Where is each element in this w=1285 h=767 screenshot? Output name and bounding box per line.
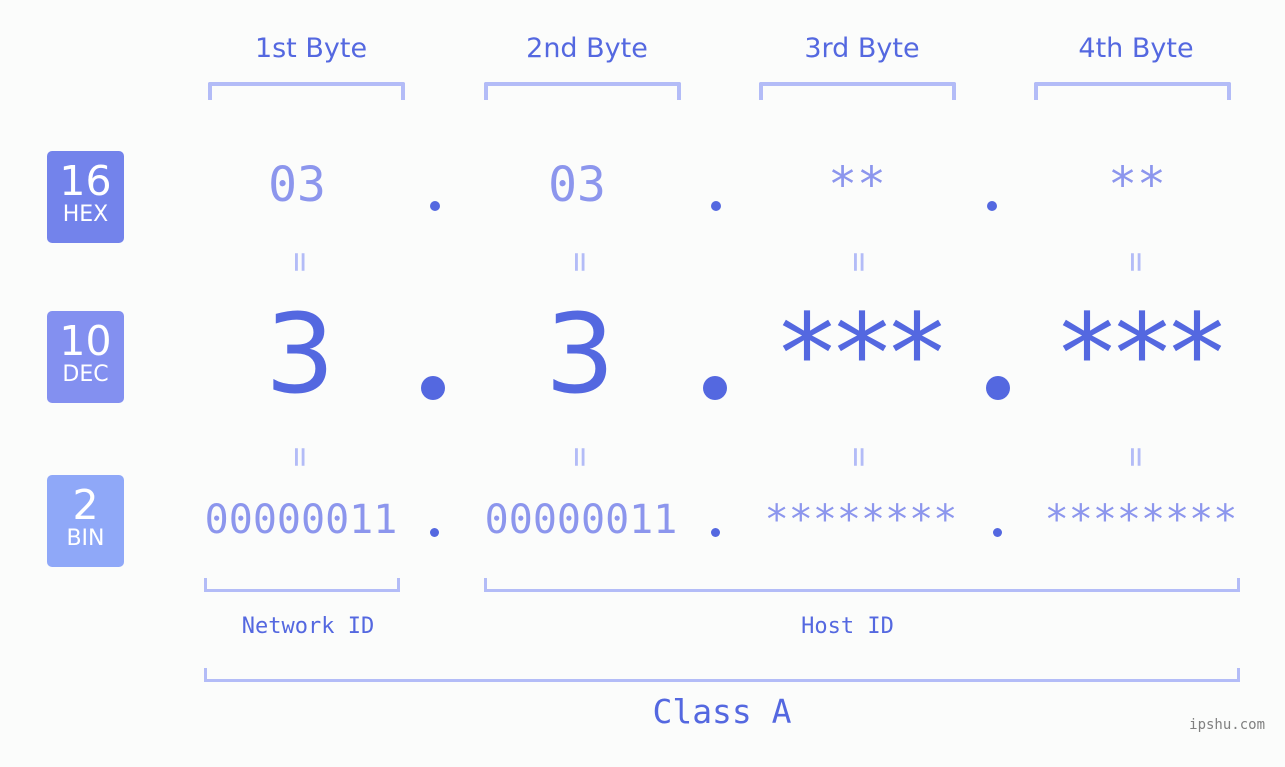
byte-bracket-2 [484, 82, 681, 100]
dec-badge-number: 10 [59, 317, 112, 365]
byte-bracket-4 [1034, 82, 1231, 100]
equals-symbol: = [838, 446, 879, 468]
equals-symbol: = [559, 446, 600, 468]
hex-value-3: ** [828, 157, 886, 213]
equals-symbol: = [279, 446, 320, 468]
hex-value-2: 03 [548, 157, 606, 213]
equals-dec-bin-2: = [560, 437, 600, 477]
hex-badge: 16 HEX [47, 151, 124, 243]
hex-separator-dot-1 [430, 201, 440, 211]
watermark: ipshu.com [1189, 717, 1265, 733]
bin-value-3: ******** [764, 497, 958, 543]
dec-separator-dot-1 [421, 376, 445, 400]
dec-separator-dot-2 [703, 376, 727, 400]
bin-badge: 2 BIN [47, 475, 124, 567]
hex-separator-dot-3 [987, 201, 997, 211]
bin-separator-dot-2 [711, 528, 720, 537]
dec-value-3: *** [779, 290, 945, 418]
dec-value-1: 3 [265, 290, 335, 418]
bin-separator-dot-1 [430, 528, 439, 537]
equals-symbol: = [1115, 251, 1156, 273]
bin-value-2: 00000011 [484, 497, 678, 543]
dec-value-2: 3 [545, 290, 615, 418]
network-id-bracket [204, 578, 400, 592]
equals-symbol: = [1115, 446, 1156, 468]
class-label: Class A [652, 692, 792, 731]
equals-dec-bin-4: = [1116, 437, 1156, 477]
equals-symbol: = [279, 251, 320, 273]
dec-badge: 10 DEC [47, 311, 124, 403]
bin-separator-dot-3 [993, 528, 1002, 537]
hex-separator-dot-2 [711, 201, 721, 211]
dec-separator-dot-3 [986, 376, 1010, 400]
hex-value-4: ** [1108, 157, 1166, 213]
byte-header-4: 4th Byte [1078, 33, 1194, 64]
hex-value-1: 03 [268, 157, 326, 213]
host-id-label: Host ID [801, 614, 894, 639]
bin-value-4: ******** [1044, 497, 1238, 543]
dec-value-4: *** [1059, 290, 1225, 418]
class-bracket [204, 668, 1240, 682]
byte-bracket-1 [208, 82, 405, 100]
hex-badge-number: 16 [59, 157, 112, 205]
byte-header-2: 2nd Byte [526, 33, 648, 64]
bin-badge-label: BIN [66, 526, 105, 551]
bin-badge-number: 2 [72, 481, 99, 529]
bin-value-1: 00000011 [204, 497, 398, 543]
equals-dec-bin-3: = [839, 437, 879, 477]
equals-symbol: = [559, 251, 600, 273]
equals-dec-bin-1: = [280, 437, 320, 477]
dec-badge-label: DEC [62, 362, 109, 387]
equals-hex-dec-2: = [560, 242, 600, 282]
byte-bracket-3 [759, 82, 956, 100]
byte-header-3: 3rd Byte [804, 33, 920, 64]
hex-badge-label: HEX [62, 202, 109, 227]
equals-hex-dec-1: = [280, 242, 320, 282]
network-id-label: Network ID [241, 614, 375, 639]
byte-header-1: 1st Byte [254, 33, 368, 64]
equals-hex-dec-3: = [839, 242, 879, 282]
equals-symbol: = [838, 251, 879, 273]
equals-hex-dec-4: = [1116, 242, 1156, 282]
host-id-bracket [484, 578, 1240, 592]
